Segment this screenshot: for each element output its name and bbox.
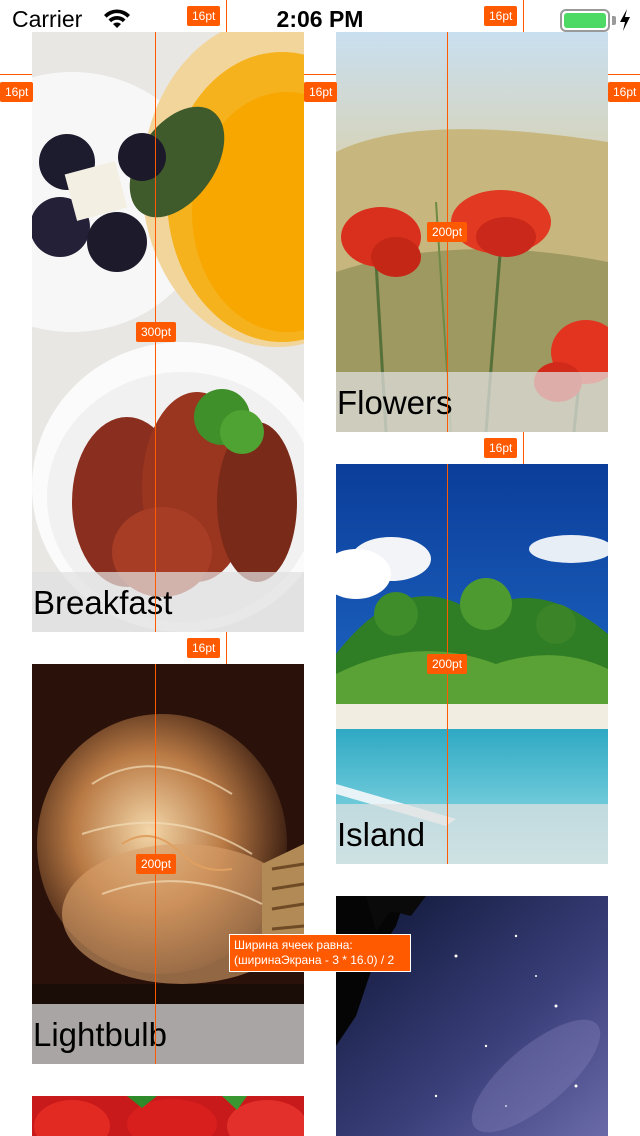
collection-cell-flowers[interactable]: Flowers [336,32,608,432]
height-badge-island: 200pt [427,654,468,674]
cell-caption: Flowers [337,384,453,421]
gutter-badge: 16pt [304,82,338,102]
cell-caption: Lightbulb [33,1016,167,1053]
strawberries-photo [32,1096,304,1136]
status-time: 2:06 PM [276,6,364,32]
collection-cell-strawberries[interactable] [32,1096,304,1136]
spacing-badge-mid-right: 16pt [484,438,518,458]
spacing-badge-mid-left: 16pt [187,638,221,658]
spacing-badge-top-right: 16pt [484,6,518,26]
collection-cell-night-sky[interactable] [336,896,608,1136]
spacing-line-top-right [523,0,524,32]
battery-tip [612,16,616,25]
charging-bolt-icon [620,9,630,31]
cell-caption: Island [337,816,426,853]
spacing-line-mid-right [523,432,524,464]
inset-line-left [0,74,32,75]
inset-badge-right: 16pt [608,82,640,102]
spacing-line-mid-left [226,632,227,664]
collection-cell-island[interactable]: Island [336,464,608,864]
inset-line-right [608,74,640,75]
cell-caption: Breakfast [33,584,173,621]
cell-width-note: Ширина ячеек равна: (ширинаЭкрана - 3 * … [229,934,411,972]
height-badge-flowers: 200pt [427,222,468,242]
spacing-line-top-left [226,0,227,32]
gutter-line [304,74,336,75]
battery-icon [560,9,610,32]
height-badge-lightbulb: 200pt [136,854,177,874]
inset-badge-left: 16pt [0,82,34,102]
spacing-badge-top-left: 16pt [187,6,221,26]
night-sky-photo [336,896,608,1136]
height-badge-breakfast: 300pt [136,322,177,342]
